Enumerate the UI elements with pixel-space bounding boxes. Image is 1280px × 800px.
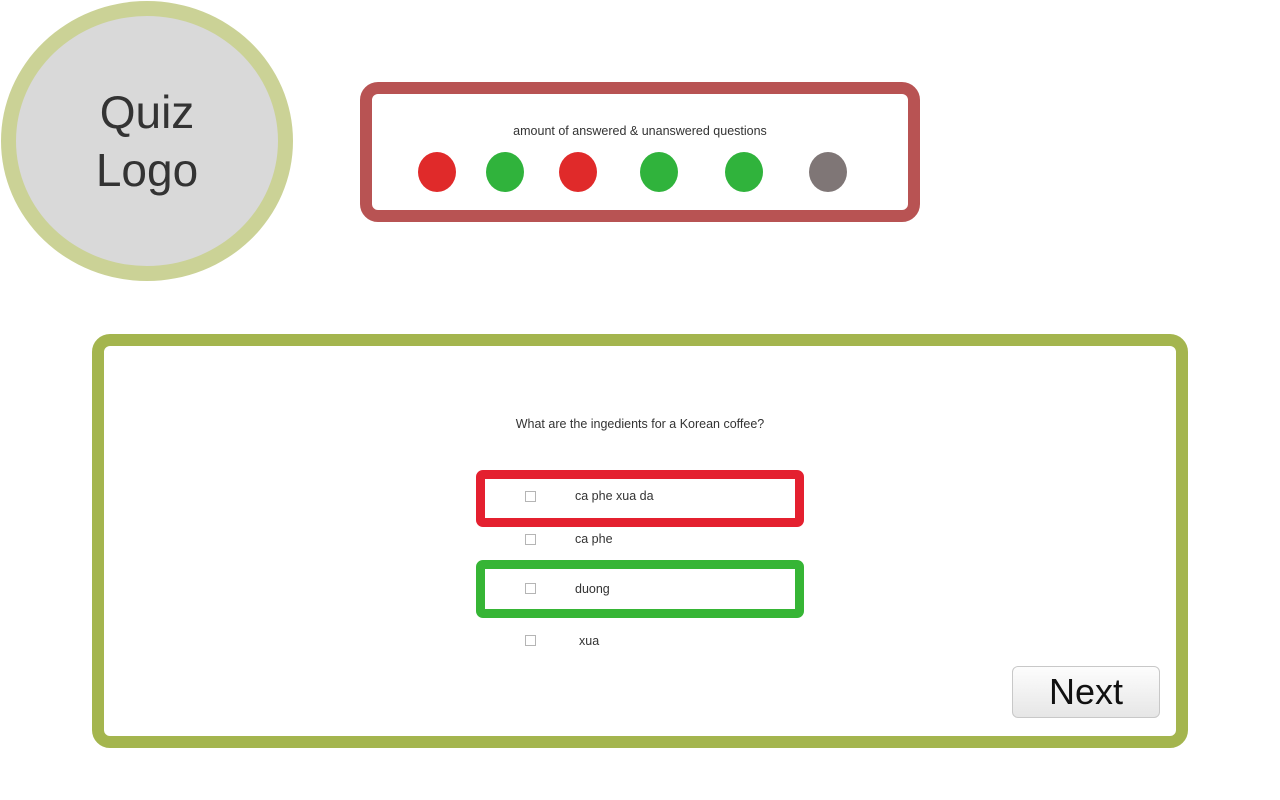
question-panel: What are the ingedients for a Korean cof… bbox=[92, 334, 1188, 748]
answer-label-3[interactable]: duong bbox=[575, 582, 610, 596]
question-text: What are the ingedients for a Korean cof… bbox=[515, 417, 765, 431]
answer-checkbox-1[interactable] bbox=[525, 491, 536, 502]
answer-checkbox-4[interactable] bbox=[525, 635, 536, 646]
answer-checkbox-3[interactable] bbox=[525, 583, 536, 594]
answer-label-2[interactable]: ca phe bbox=[575, 532, 613, 546]
question-status-dot-6[interactable] bbox=[809, 152, 847, 192]
question-status-dot-1[interactable] bbox=[418, 152, 456, 192]
answer-label-4[interactable]: xua bbox=[579, 634, 599, 648]
question-status-dot-3[interactable] bbox=[559, 152, 597, 192]
progress-panel: amount of answered & unanswered question… bbox=[360, 82, 920, 222]
quiz-logo-text: Quiz Logo bbox=[95, 86, 199, 196]
question-status-dot-2[interactable] bbox=[486, 152, 524, 192]
answer-label-1[interactable]: ca phe xua da bbox=[575, 489, 654, 503]
quiz-logo: Quiz Logo bbox=[1, 1, 293, 281]
question-status-dot-5[interactable] bbox=[725, 152, 763, 192]
answer-checkbox-2[interactable] bbox=[525, 534, 536, 545]
question-status-dot-4[interactable] bbox=[640, 152, 678, 192]
next-button[interactable]: Next bbox=[1012, 666, 1160, 718]
progress-label: amount of answered & unanswered question… bbox=[513, 124, 767, 138]
